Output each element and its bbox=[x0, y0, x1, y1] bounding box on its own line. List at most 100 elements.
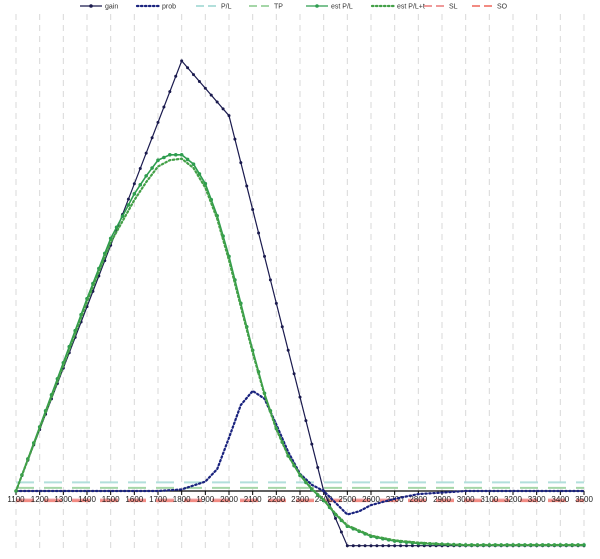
x-tick-label: 3000 bbox=[457, 495, 475, 504]
series-gain-point bbox=[274, 301, 278, 305]
x-tick-label: 2200 bbox=[267, 495, 285, 504]
x-tick-label: 2000 bbox=[220, 495, 238, 504]
series-gain-point bbox=[138, 166, 142, 170]
x-tick-label: 3500 bbox=[575, 495, 593, 504]
series-est-p-l-point bbox=[126, 203, 131, 207]
series-est-p-l-point bbox=[144, 174, 148, 178]
series-est-p-l-point bbox=[179, 152, 184, 157]
series-gain-point bbox=[286, 348, 290, 352]
series-gain-point bbox=[162, 105, 166, 109]
x-tick-label: 2500 bbox=[338, 495, 356, 504]
series-est-p-l-point bbox=[173, 152, 178, 157]
x-tick-label: 3200 bbox=[504, 495, 522, 504]
series-gain-point bbox=[233, 137, 237, 141]
legend: gain prob P/L TP est P/L est P/L+t SL SO bbox=[80, 4, 508, 11]
series-gain-point bbox=[180, 59, 184, 63]
series-est-p-l-point bbox=[150, 166, 154, 170]
legend-marker bbox=[89, 4, 93, 8]
series-est-p-l-point bbox=[185, 157, 190, 162]
series-gain-point bbox=[280, 325, 284, 329]
legend-label: est P/L+t bbox=[397, 4, 425, 11]
series-gain-point bbox=[339, 530, 343, 534]
series-gain-point bbox=[351, 544, 355, 548]
x-tick-label: 1100 bbox=[7, 495, 25, 504]
legend-item-so: SO bbox=[472, 4, 508, 11]
x-tick-label: 2800 bbox=[409, 495, 427, 504]
x-tick-label: 1700 bbox=[149, 495, 167, 504]
legend-label: SL bbox=[449, 4, 458, 11]
x-tick-label: 2100 bbox=[244, 495, 262, 504]
series-gain-point bbox=[405, 544, 408, 548]
legend-label: SO bbox=[497, 4, 508, 11]
legend-item-est-p-l-t: est P/L+t bbox=[370, 4, 425, 11]
x-tick-label: 1600 bbox=[125, 495, 143, 504]
legend-item-p-l: P/L bbox=[196, 4, 232, 11]
series-gain-point bbox=[192, 73, 195, 77]
legend-label: prob bbox=[162, 4, 176, 11]
legend-label: TP bbox=[274, 4, 283, 11]
series-gain-point bbox=[174, 74, 178, 78]
chart: gain prob P/L TP est P/L est P/L+t SL SO 1100 12… bbox=[7, 4, 593, 552]
legend-item-tp: TP bbox=[249, 4, 283, 11]
series-gain-point bbox=[203, 86, 207, 90]
series-gain-point bbox=[257, 231, 261, 235]
legend-item-sl: SL bbox=[424, 4, 458, 11]
series-gain-point bbox=[387, 544, 391, 548]
legend-marker bbox=[315, 4, 319, 8]
x-axis-ticks: 1100 1200 1300 1400 1500 1600 1700 1800 1900 2000… bbox=[7, 491, 593, 504]
series-est-p-l-point bbox=[156, 158, 160, 163]
series-est-p-l-point bbox=[162, 155, 166, 160]
series-gain-point bbox=[239, 161, 243, 165]
series-gain-point bbox=[381, 544, 385, 548]
series-gain-point bbox=[156, 120, 160, 124]
x-tick-label: 2300 bbox=[291, 495, 309, 504]
series-gain-point bbox=[132, 182, 136, 186]
series-gain-point bbox=[186, 66, 190, 70]
series-gain-point bbox=[345, 544, 349, 548]
legend-label: gain bbox=[105, 4, 118, 11]
series-est-p-l-point bbox=[132, 192, 137, 196]
series-gain-point bbox=[268, 278, 272, 282]
series-gain-point bbox=[197, 79, 201, 83]
series-gain-point bbox=[298, 395, 302, 399]
x-tick-label: 1800 bbox=[173, 495, 191, 504]
x-tick-label: 3100 bbox=[480, 495, 498, 504]
series-gain-point bbox=[126, 197, 130, 201]
series-gain-point bbox=[357, 544, 361, 548]
series-gain-point bbox=[144, 151, 148, 155]
series-gain-point bbox=[304, 419, 308, 423]
x-tick-label: 1400 bbox=[78, 495, 96, 504]
series-gain-point bbox=[245, 184, 249, 188]
series-gain-point bbox=[209, 93, 213, 97]
legend-label: est P/L bbox=[331, 4, 353, 11]
series-gain-point bbox=[316, 466, 320, 470]
series-gain-point bbox=[363, 544, 367, 548]
x-tick-label: 3300 bbox=[528, 495, 546, 504]
series-est-p-l-point bbox=[191, 162, 196, 166]
legend-item-prob: prob bbox=[135, 4, 176, 11]
series-gain-point bbox=[399, 544, 403, 548]
legend-item-gain: gain bbox=[80, 4, 118, 11]
x-tick-label: 2900 bbox=[433, 495, 451, 504]
series-gain-point bbox=[369, 544, 373, 548]
x-tick-label: 1200 bbox=[31, 495, 49, 504]
legend-label: P/L bbox=[221, 4, 232, 11]
series-gain-point bbox=[310, 442, 314, 446]
series-gain-point bbox=[251, 207, 255, 211]
series-gain-point bbox=[292, 372, 296, 376]
x-tick-label: 3400 bbox=[551, 495, 569, 504]
series-est-p-l-point bbox=[168, 152, 172, 157]
series-gain-point bbox=[334, 516, 337, 520]
series-gain-point bbox=[410, 544, 414, 548]
series-est-p-l-point bbox=[138, 183, 143, 187]
x-tick-label: 1900 bbox=[196, 495, 214, 504]
series-gain-point bbox=[263, 254, 266, 258]
series-gain-point bbox=[150, 136, 154, 140]
series-gain-point bbox=[221, 107, 225, 111]
series-gain-point bbox=[215, 100, 219, 104]
series-gain-point bbox=[393, 544, 397, 548]
x-tick-label: 1500 bbox=[102, 495, 120, 504]
legend-item-est-p-l: est P/L bbox=[306, 4, 353, 11]
x-tick-label: 1300 bbox=[54, 495, 72, 504]
vertical-gridlines bbox=[15, 14, 585, 552]
